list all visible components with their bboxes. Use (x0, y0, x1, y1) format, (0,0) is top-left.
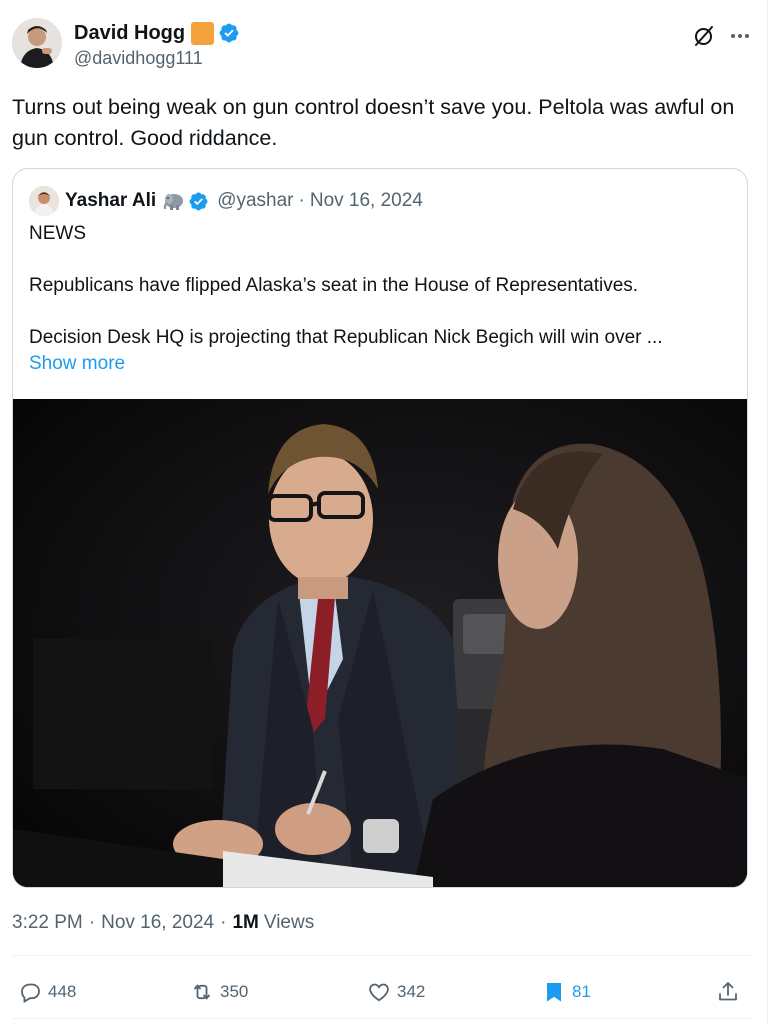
quoted-author-avatar (29, 186, 59, 216)
quoted-text-line: Decision Desk HQ is projecting that Repu… (29, 327, 663, 348)
tweet-date[interactable]: Nov 16, 2024 (101, 912, 214, 934)
author-avatar[interactable] (12, 18, 62, 68)
meta-separator: · (88, 912, 96, 933)
bookmark-icon (547, 983, 561, 1002)
grok-icon[interactable] (692, 24, 716, 48)
repost-icon (194, 984, 210, 1000)
quoted-text-line: NEWS (29, 223, 86, 244)
author-handle[interactable]: @davidhogg111 (74, 48, 240, 69)
bookmark-button[interactable]: 81 (542, 970, 591, 1014)
tweet-text: Turns out being weak on gun control does… (12, 95, 735, 150)
quoted-text-line: Republicans have flipped Alaska’s seat i… (29, 275, 639, 296)
views-count: 1M (232, 912, 259, 933)
tweet-meta: 3:22 PM · Nov 16, 2024 · 1M Views (12, 912, 314, 934)
bookmark-count: 81 (572, 982, 591, 1001)
repost-count: 350 (220, 982, 249, 1001)
author-name-block: David Hogg @davidhogg111 (74, 20, 240, 69)
elephant-emoji-icon (163, 194, 184, 210)
tweet-header: David Hogg @davidhogg111 (12, 18, 752, 74)
like-count: 342 (397, 982, 426, 1001)
divider (12, 955, 752, 956)
debate-photo-illustration (13, 399, 747, 887)
quoted-author-display-name: Yashar Ali (65, 190, 157, 211)
reply-count: 448 (48, 982, 77, 1001)
quoted-tweet-card[interactable]: Yashar Ali @yashar · Nov 16, 2024 NEWS R… (12, 168, 748, 888)
more-icon[interactable] (728, 24, 752, 48)
quoted-tweet-date: Nov 16, 2024 (309, 190, 423, 211)
quoted-tweet-header: Yashar Ali @yashar · Nov 16, 2024 (29, 185, 423, 217)
flag-badge-icon (191, 21, 215, 45)
quoted-tweet-photo[interactable] (13, 399, 747, 887)
like-icon (369, 983, 389, 1002)
views-label: Views (263, 912, 315, 933)
quoted-tweet-body: NEWS Republicans have flipped Alaska’s s… (29, 221, 729, 377)
verified-badge-icon (219, 23, 239, 43)
meta-separator: · (220, 912, 227, 933)
reply-icon (21, 983, 40, 1004)
verified-badge-icon (189, 192, 208, 210)
reply-button[interactable]: 448 (18, 970, 76, 1014)
show-more-link[interactable]: Show more (29, 351, 729, 377)
share-button[interactable] (716, 970, 740, 1014)
like-button[interactable]: 342 (367, 970, 425, 1014)
quoted-separator: · (298, 190, 305, 211)
share-icon (719, 982, 737, 1001)
tweet-time[interactable]: 3:22 PM (12, 912, 83, 934)
column-border (767, 0, 768, 1024)
action-bar: 448 350 342 81 (12, 970, 752, 1014)
repost-button[interactable]: 350 (190, 970, 248, 1014)
quoted-author-handle: @yashar (217, 190, 294, 211)
author-display-name[interactable]: David Hogg (74, 22, 185, 45)
divider (12, 1018, 752, 1019)
